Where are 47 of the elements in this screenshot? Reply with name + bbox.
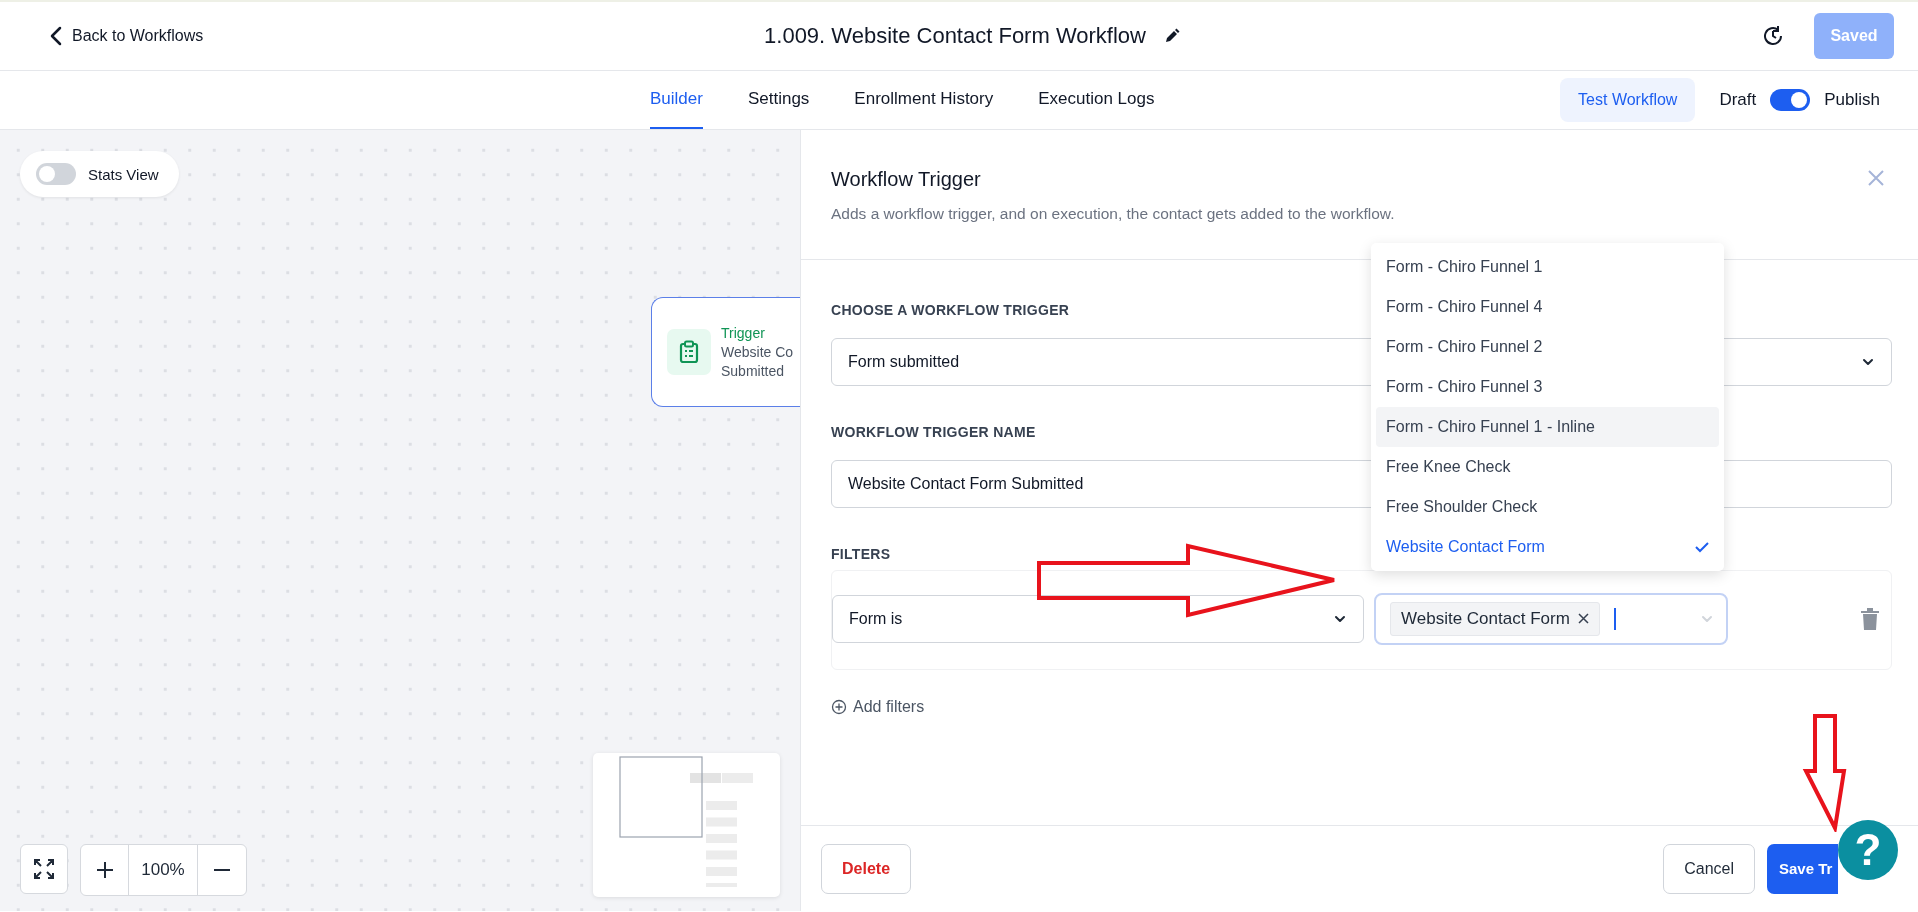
edit-pencil-icon[interactable] <box>1163 28 1180 44</box>
history-icon[interactable] <box>1762 25 1784 47</box>
back-link[interactable]: Back to Workflows <box>50 26 350 46</box>
delete-button[interactable]: Delete <box>821 843 912 894</box>
trigger-node[interactable]: Trigger Website Co Submitted <box>651 297 800 407</box>
add-filters-link[interactable]: Add filters <box>831 698 925 716</box>
dropdown-option[interactable]: Form - Chiro Funnel 4 <box>1376 287 1719 327</box>
help-button[interactable]: ? <box>1838 820 1898 880</box>
publish-toggle[interactable] <box>1770 89 1811 111</box>
panel-title: Workflow Trigger <box>831 168 981 191</box>
node-description: Submitted <box>721 363 786 379</box>
text-cursor <box>1613 607 1616 630</box>
panel-subtitle: Adds a workflow trigger, and on execution, the contact gets added to the workflow. <box>831 205 1396 223</box>
fit-view-button[interactable] <box>20 844 68 894</box>
field-label: WORKFLOW TRIGGER NAME <box>831 424 1036 440</box>
check-icon <box>1695 541 1709 553</box>
dropdown-option[interactable]: Form - Chiro Funnel 1 - Inline <box>1376 407 1719 447</box>
tab[interactable]: Enrollment History <box>854 71 994 129</box>
filters-label: FILTERS <box>831 546 891 562</box>
save-trigger-button[interactable]: Save Tr <box>1767 843 1838 894</box>
tab[interactable]: Execution Logs <box>1038 71 1155 129</box>
clipboard-icon <box>667 329 711 375</box>
zoom-level: 100% <box>129 845 198 895</box>
minus-icon <box>213 869 231 871</box>
back-label[interactable]: Back to Workflows <box>72 27 204 45</box>
plus-circle-icon <box>831 699 847 715</box>
tab[interactable]: Settings <box>747 71 810 129</box>
back-chevron-icon <box>50 26 62 46</box>
dropdown-option[interactable]: Form - Chiro Funnel 1 <box>1376 247 1719 287</box>
plus-icon <box>95 861 114 879</box>
node-description: Website Co <box>721 344 794 360</box>
workflow-title: 1.009. Website Contact Form Workflow <box>764 23 1146 49</box>
remove-tag-icon[interactable] <box>1577 613 1589 624</box>
node-title: Trigger <box>721 325 766 341</box>
stats-view-label: Stats View <box>88 165 159 183</box>
cancel-button[interactable]: Cancel <box>1663 843 1755 894</box>
field-label: CHOOSE A WORKFLOW TRIGGER <box>831 302 1070 318</box>
test-workflow-button[interactable]: Test Workflow <box>1560 78 1696 122</box>
dropdown-option[interactable]: Website Contact Form <box>1376 527 1719 567</box>
selected-tag: Website Contact Form <box>1390 601 1600 636</box>
trash-icon[interactable] <box>1861 607 1879 630</box>
draft-label: Draft <box>1719 90 1757 110</box>
filter-value-select[interactable]: Website Contact Form <box>1374 592 1728 645</box>
stats-toggle[interactable] <box>36 163 76 185</box>
expand-icon <box>33 858 55 880</box>
filter-field-select[interactable]: Form is <box>832 594 1364 643</box>
publish-label: Publish <box>1824 90 1880 110</box>
